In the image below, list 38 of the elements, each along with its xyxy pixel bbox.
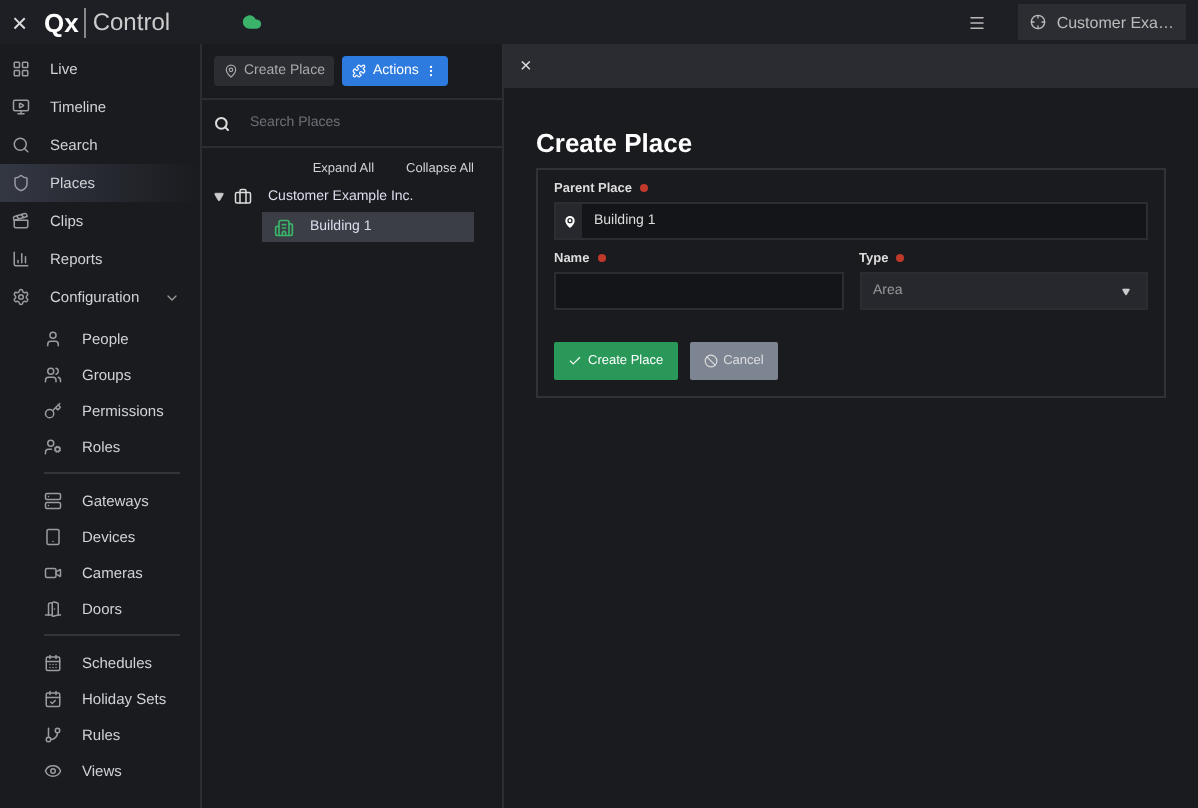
monitor-icon [12,98,30,116]
user-gear-icon [44,437,62,455]
building-icon [274,217,294,237]
ban-icon [703,354,718,368]
dialog-title: Create Place [536,128,695,158]
gear-icon [12,288,30,306]
calendar-icon [44,653,62,671]
tablet-icon [44,527,62,545]
close-button[interactable]: × [12,7,32,37]
eye-icon [44,761,62,779]
account-button[interactable]: Customer Exa… [1018,4,1186,40]
crosshair-icon [1030,14,1047,30]
grid-icon [12,60,30,78]
calendar-check-icon [44,689,62,707]
briefcase-icon [234,188,252,206]
cloud-icon [242,12,263,32]
caret-icon [214,192,224,202]
search-icon [12,136,30,154]
check-icon [568,354,582,368]
puzzle-icon [352,64,367,78]
name-field[interactable] [554,272,843,310]
bar-chart-icon [12,250,30,268]
menu-icon[interactable] [968,13,987,31]
door-icon [44,599,62,617]
pin-icon [561,213,577,229]
shield-icon [12,174,30,192]
close-button[interactable]: × [520,55,532,77]
server-icon [44,491,62,509]
people-icon [44,365,62,383]
video-camera-icon [44,563,62,581]
key-icon [44,401,62,419]
pin-icon [224,64,238,78]
clapperboard-icon [12,212,30,230]
branch-icon [44,725,62,743]
logo: Qx Control [44,7,171,37]
search-icon [214,115,230,131]
caret-icon [1122,287,1130,295]
person-icon [44,329,62,347]
